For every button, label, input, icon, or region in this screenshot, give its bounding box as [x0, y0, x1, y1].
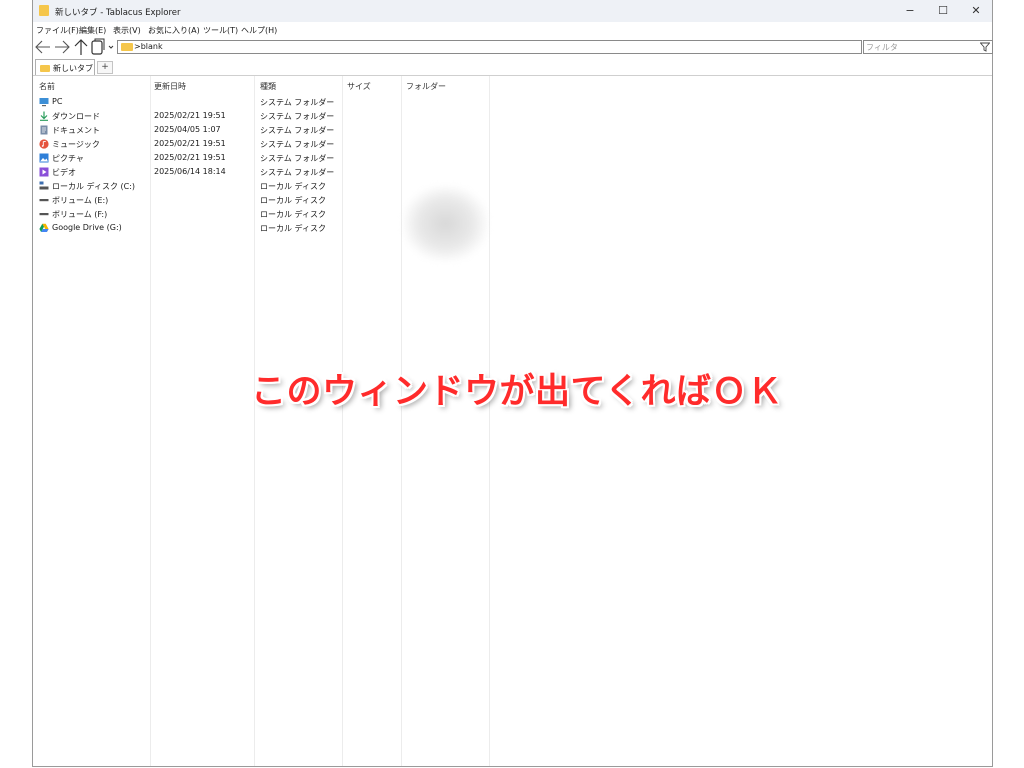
cell-type: ローカル ディスク	[260, 210, 326, 219]
blurred-folder-info	[403, 186, 488, 261]
table-row[interactable]: ダウンロード 2025/02/21 19:51 システム フォルダー	[33, 109, 493, 123]
cell-name: ビデオ	[52, 168, 76, 177]
cell-type: システム フォルダー	[260, 98, 335, 107]
table-row[interactable]: ピクチャ 2025/02/21 19:51 システム フォルダー	[33, 151, 493, 165]
column-header-name[interactable]: 名前	[39, 81, 55, 92]
tab-folder-icon	[40, 65, 50, 72]
cell-name: ローカル ディスク (C:)	[52, 182, 136, 191]
cell-modified: 2025/04/05 1:07	[154, 125, 221, 134]
tab-label: 新しいタブ	[53, 64, 93, 73]
drive-icon	[39, 209, 49, 219]
video-icon	[39, 167, 49, 177]
cell-name: ミュージック	[52, 140, 100, 149]
local-disk-icon	[39, 181, 49, 191]
menu-tools[interactable]: ツール(T)	[203, 25, 238, 36]
cell-modified: 2025/02/21 19:51	[154, 153, 226, 162]
cell-type: ローカル ディスク	[260, 224, 326, 233]
cell-type: システム フォルダー	[260, 140, 335, 149]
toolbar: >blank	[33, 38, 993, 58]
minimize-button[interactable]: −	[892, 0, 928, 22]
title-bar[interactable]: 新しいタブ - Tablacus Explorer − ☐ ✕	[33, 0, 992, 22]
menu-bar: ファイル(F) 編集(E) 表示(V) お気に入り(A) ツール(T) ヘルプ(…	[33, 24, 992, 37]
menu-favorites[interactable]: お気に入り(A)	[148, 25, 200, 36]
tab-bar: 新しいタブ +	[33, 58, 992, 76]
file-list[interactable]: 名前 更新日時 種類 サイズ フォルダー PC システム フォルダー ダウンロード 2…	[33, 76, 992, 766]
filter-input[interactable]	[866, 41, 976, 53]
drive-icon	[39, 195, 49, 205]
cell-type: システム フォルダー	[260, 168, 335, 177]
column-header-modified[interactable]: 更新日時	[154, 81, 186, 92]
google-drive-icon	[39, 223, 49, 233]
download-icon	[39, 111, 49, 121]
cell-modified: 2025/02/21 19:51	[154, 111, 226, 120]
address-bar[interactable]: >blank	[117, 40, 943, 54]
menu-view[interactable]: 表示(V)	[113, 25, 141, 36]
menu-help[interactable]: ヘルプ(H)	[241, 25, 277, 36]
address-path: >blank	[134, 42, 163, 51]
chevron-down-icon[interactable]	[107, 40, 115, 58]
column-header-folder[interactable]: フォルダー	[406, 81, 446, 92]
up-arrow-icon[interactable]	[73, 38, 89, 56]
document-icon	[39, 125, 49, 135]
new-window-icon[interactable]	[90, 38, 106, 56]
cell-type: ローカル ディスク	[260, 196, 326, 205]
table-row[interactable]: ミュージック 2025/02/21 19:51 システム フォルダー	[33, 137, 493, 151]
cell-name: ボリューム (F:)	[52, 210, 108, 219]
cell-type: システム フォルダー	[260, 112, 335, 121]
cell-name: ドキュメント	[52, 126, 100, 135]
table-row[interactable]: ドキュメント 2025/04/05 1:07 システム フォルダー	[33, 123, 493, 137]
add-tab-button[interactable]: +	[97, 61, 113, 74]
folder-icon	[121, 43, 133, 51]
close-button[interactable]: ✕	[958, 0, 994, 22]
cell-name: ピクチャ	[52, 154, 84, 163]
forward-arrow-icon[interactable]	[53, 38, 71, 56]
cell-name: ダウンロード	[52, 112, 100, 121]
maximize-button[interactable]: ☐	[925, 0, 961, 22]
explorer-window: 新しいタブ - Tablacus Explorer − ☐ ✕ ファイル(F) …	[32, 0, 993, 767]
pictures-icon	[39, 153, 49, 163]
window-title: 新しいタブ - Tablacus Explorer	[55, 8, 181, 18]
filter-funnel-icon[interactable]	[979, 42, 991, 54]
cell-modified: 2025/06/14 18:14	[154, 167, 226, 176]
annotation-text: このウィンドウが出てくればＯＫ	[251, 372, 783, 412]
pc-icon	[39, 97, 49, 107]
app-folder-icon	[39, 5, 49, 16]
cell-modified: 2025/02/21 19:51	[154, 139, 226, 148]
cell-type: ローカル ディスク	[260, 182, 326, 191]
column-header-size[interactable]: サイズ	[347, 81, 371, 92]
menu-edit[interactable]: 編集(E)	[79, 25, 106, 36]
cell-type: システム フォルダー	[260, 154, 335, 163]
table-row[interactable]: PC システム フォルダー	[33, 95, 493, 109]
table-row[interactable]: ビデオ 2025/06/14 18:14 システム フォルダー	[33, 165, 493, 179]
cell-type: システム フォルダー	[260, 126, 335, 135]
cell-name: ボリューム (E:)	[52, 196, 109, 205]
back-arrow-icon[interactable]	[34, 38, 52, 56]
cell-name: PC	[52, 97, 63, 106]
column-header-type[interactable]: 種類	[260, 81, 276, 92]
tab-new-tab[interactable]: 新しいタブ	[35, 59, 95, 75]
cell-name: Google Drive (G:)	[52, 223, 122, 232]
filter-box[interactable]	[863, 40, 993, 54]
music-icon	[39, 139, 49, 149]
menu-file[interactable]: ファイル(F)	[36, 25, 79, 36]
